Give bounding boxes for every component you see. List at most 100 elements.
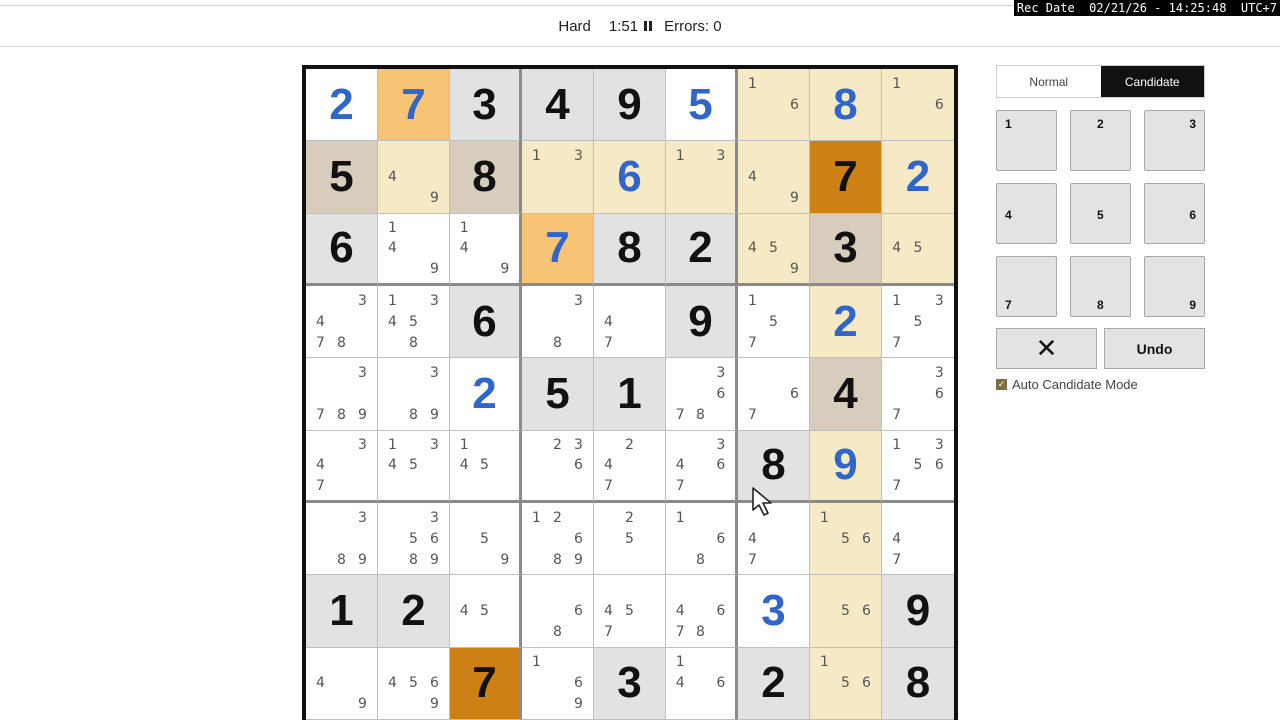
cell-r9c6[interactable]: 1 4 6 xyxy=(666,647,738,720)
cell-r4c8[interactable]: 2 xyxy=(810,286,882,359)
cell-r1c3[interactable]: 3 xyxy=(450,69,522,142)
cell-r9c4[interactable]: 1 6 9 xyxy=(522,647,594,720)
candidate-digit xyxy=(907,94,928,115)
cell-r1c4[interactable]: 4 xyxy=(522,69,594,142)
cell-r5c2[interactable]: 3 89 xyxy=(378,358,450,431)
cell-r4c2[interactable]: 1 3 45 8 xyxy=(378,286,450,359)
cell-r9c9[interactable]: 8 xyxy=(882,647,954,720)
cell-r9c3[interactable]: 7 xyxy=(450,647,522,720)
cell-r4c3[interactable]: 6 xyxy=(450,286,522,359)
cell-r1c8[interactable]: 8 xyxy=(810,69,882,142)
candidate-digit: 6 xyxy=(574,530,583,547)
numpad-key-3[interactable]: 3 xyxy=(1144,110,1205,171)
numpad-key-1[interactable]: 1 xyxy=(996,110,1057,171)
cell-r4c5[interactable]: 47 xyxy=(594,286,666,359)
cell-r7c8[interactable]: 156 xyxy=(810,503,882,576)
numpad-key-9[interactable]: 9 xyxy=(1144,256,1205,317)
numpad-key-2[interactable]: 2 xyxy=(1070,110,1131,171)
cell-r4c4[interactable]: 38 xyxy=(522,286,594,359)
cell-r3c4[interactable]: 7 xyxy=(522,213,594,286)
cell-r3c6[interactable]: 2 xyxy=(666,213,738,286)
numpad-key-8[interactable]: 8 xyxy=(1070,256,1131,317)
cell-r4c7[interactable]: 157 xyxy=(738,286,810,359)
cell-r2c5[interactable]: 6 xyxy=(594,141,666,214)
cell-r8c4[interactable]: 68 xyxy=(522,575,594,648)
cell-r8c3[interactable]: 45 xyxy=(450,575,522,648)
cell-r7c1[interactable]: 3 89 xyxy=(306,503,378,576)
cell-r4c9[interactable]: 1 357 xyxy=(882,286,954,359)
cell-r1c7[interactable]: 16 xyxy=(738,69,810,142)
cell-r7c3[interactable]: 59 xyxy=(450,503,522,576)
cell-r5c4[interactable]: 5 xyxy=(522,358,594,431)
cell-r3c8[interactable]: 3 xyxy=(810,213,882,286)
cell-r1c2[interactable]: 7 xyxy=(378,69,450,142)
cell-r1c6[interactable]: 5 xyxy=(666,69,738,142)
auto-candidate-toggle[interactable]: ✓ Auto Candidate Mode xyxy=(996,377,1138,392)
cell-r6c2[interactable]: 1 3 45 xyxy=(378,430,450,503)
cell-r2c3[interactable]: 8 xyxy=(450,141,522,214)
cell-r8c8[interactable]: 56 xyxy=(810,575,882,648)
cell-r7c2[interactable]: 35689 xyxy=(378,503,450,576)
cell-r4c1[interactable]: 3 4 78 xyxy=(306,286,378,359)
cell-r9c8[interactable]: 156 xyxy=(810,647,882,720)
cell-r5c3[interactable]: 2 xyxy=(450,358,522,431)
cell-r6c3[interactable]: 1 45 xyxy=(450,430,522,503)
cell-r2c2[interactable]: 49 xyxy=(378,141,450,214)
cell-r6c8[interactable]: 9 xyxy=(810,430,882,503)
cell-r3c5[interactable]: 8 xyxy=(594,213,666,286)
candidate-digit xyxy=(835,579,856,600)
cell-r8c1[interactable]: 1 xyxy=(306,575,378,648)
normal-mode-button[interactable]: Normal xyxy=(997,66,1101,97)
cell-r3c2[interactable]: 1 4 9 xyxy=(378,213,450,286)
numpad-key-6[interactable]: 6 xyxy=(1144,183,1205,244)
cell-r8c2[interactable]: 2 xyxy=(378,575,450,648)
candidate-digit xyxy=(690,455,710,475)
cell-r1c1[interactable]: 2 xyxy=(306,69,378,142)
cell-r5c9[interactable]: 3 6 7 xyxy=(882,358,954,431)
cell-r8c9[interactable]: 9 xyxy=(882,575,954,648)
cell-r8c6[interactable]: 4 6 78 xyxy=(666,575,738,648)
cell-r2c6[interactable]: 13 xyxy=(666,141,738,214)
candidate-mode-button[interactable]: Candidate xyxy=(1100,66,1204,97)
cell-r2c4[interactable]: 13 xyxy=(522,141,594,214)
cell-r6c1[interactable]: 3 4 7 xyxy=(306,430,378,503)
cell-r4c6[interactable]: 9 xyxy=(666,286,738,359)
cell-r7c6[interactable]: 1 68 xyxy=(666,503,738,576)
numpad-key-4[interactable]: 4 xyxy=(996,183,1057,244)
clear-button[interactable]: ✕ xyxy=(996,328,1097,369)
numpad-key-7[interactable]: 7 xyxy=(996,256,1057,317)
undo-button[interactable]: Undo xyxy=(1104,328,1205,369)
cell-r9c1[interactable]: 49 xyxy=(306,647,378,720)
cell-value: 2 xyxy=(761,658,786,708)
cell-r9c5[interactable]: 3 xyxy=(594,647,666,720)
cell-r9c2[interactable]: 456 9 xyxy=(378,647,450,720)
cell-r1c9[interactable]: 16 xyxy=(882,69,954,142)
cell-r6c9[interactable]: 1 356 7 xyxy=(882,430,954,503)
cell-r5c7[interactable]: 67 xyxy=(738,358,810,431)
cell-r6c6[interactable]: 3 4 6 7 xyxy=(666,430,738,503)
cell-r6c5[interactable]: 24 7 xyxy=(594,430,666,503)
cell-r5c5[interactable]: 1 xyxy=(594,358,666,431)
cell-r2c8[interactable]: 7 xyxy=(810,141,882,214)
cell-r8c7[interactable]: 3 xyxy=(738,575,810,648)
cell-r7c5[interactable]: 25 xyxy=(594,503,666,576)
cell-r3c1[interactable]: 6 xyxy=(306,213,378,286)
cell-r7c9[interactable]: 47 xyxy=(882,503,954,576)
cell-r2c9[interactable]: 2 xyxy=(882,141,954,214)
cell-r3c7[interactable]: 459 xyxy=(738,213,810,286)
cell-r3c9[interactable]: 45 xyxy=(882,213,954,286)
numpad-key-5[interactable]: 5 xyxy=(1070,183,1131,244)
cell-r2c7[interactable]: 49 xyxy=(738,141,810,214)
cell-r5c6[interactable]: 3 6 78 xyxy=(666,358,738,431)
cell-r2c1[interactable]: 5 xyxy=(306,141,378,214)
cell-r5c8[interactable]: 4 xyxy=(810,358,882,431)
cell-r3c3[interactable]: 1 4 9 xyxy=(450,213,522,286)
cell-r9c7[interactable]: 2 xyxy=(738,647,810,720)
cell-r1c5[interactable]: 9 xyxy=(594,69,666,142)
cell-r5c1[interactable]: 3 789 xyxy=(306,358,378,431)
checkbox-checked-icon[interactable]: ✓ xyxy=(996,379,1007,390)
cell-r8c5[interactable]: 457 xyxy=(594,575,666,648)
cell-r7c4[interactable]: 12689 xyxy=(522,503,594,576)
cell-r6c4[interactable]: 23 6 xyxy=(522,430,594,503)
pause-icon[interactable] xyxy=(644,18,653,34)
